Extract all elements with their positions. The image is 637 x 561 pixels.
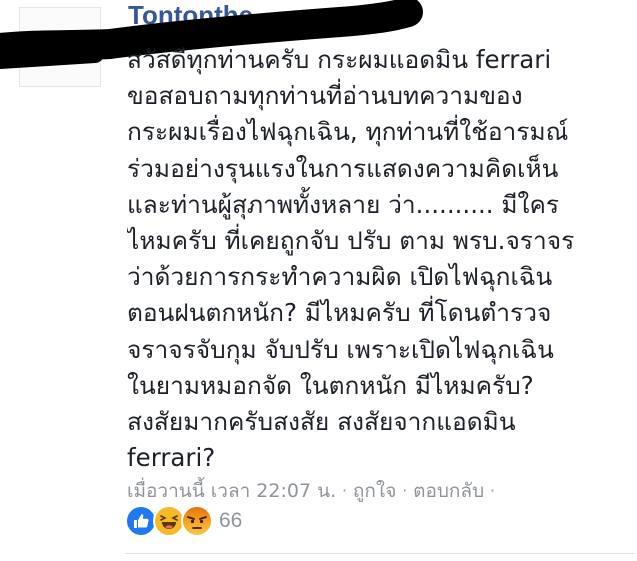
- comment-line: ไหมครับ ที่เคยถูกจับ ปรับ ตาม พรบ.จราจร: [127, 225, 575, 255]
- author-name[interactable]: Tontonthe...: [128, 0, 275, 31]
- divider: [125, 553, 635, 554]
- comment-line: สวัสดีทุกท่านครับ กระผมแอดมิน ferrari: [127, 45, 552, 74]
- comment-line: สงสัยมากครับสงสัย สงสัยจากแอดมิน: [127, 406, 516, 436]
- comment-line: จราจรจับกุม จับปรับ เพราะเปิดไฟฉุกเฉิน: [127, 334, 554, 364]
- comment-line: ตอนฝนตกหนัก? มีไหมครับ ที่โดนตำรวจ: [127, 298, 552, 328]
- like-button[interactable]: ถูกใจ: [353, 476, 396, 506]
- comment-meta: เมื่อวานนี้ เวลา 22:07 น. · ถูกใจ · ตอบก…: [127, 476, 495, 506]
- avatar[interactable]: Tonton: [19, 7, 101, 87]
- comment-line: ขอสอบถามทุกท่านที่อ่านบทความของ: [127, 81, 523, 111]
- reactions-summary[interactable]: 66: [125, 504, 242, 538]
- comment-line: ว่าด้วยการกระทำความผิด เปิดไฟฉุกเฉิน: [127, 262, 553, 292]
- avatar-logo-text: Tonton: [28, 38, 82, 57]
- reply-button[interactable]: ตอบกลับ: [413, 476, 484, 506]
- comment-line: กระผมเรื่องไฟฉุกเฉิน, ทุกท่านที่ใช้อารมณ…: [127, 117, 569, 147]
- timestamp[interactable]: เมื่อวานนี้ เวลา 22:07 น.: [127, 476, 336, 506]
- comment-line: ในยามหมอกจัด ในตกหนัก มีไหมครับ?: [127, 370, 534, 400]
- angry-icon: [181, 505, 213, 537]
- reaction-count: 66: [219, 509, 243, 532]
- meta-separator: ·: [402, 482, 408, 500]
- comment-line: ร่วมอย่างรุนแรงในการแสดงความคิดเห็น: [127, 153, 559, 183]
- comment-line: และท่านผู้สุภาพทั้งหลาย ว่า.......... มี…: [127, 189, 560, 219]
- meta-separator: ·: [342, 482, 347, 500]
- comment-line: ferrari?: [127, 443, 216, 473]
- meta-separator: ·: [490, 482, 495, 500]
- comment-body: สวัสดีทุกท่านครับ กระผมแอดมิน ferrari ขอ…: [127, 42, 632, 476]
